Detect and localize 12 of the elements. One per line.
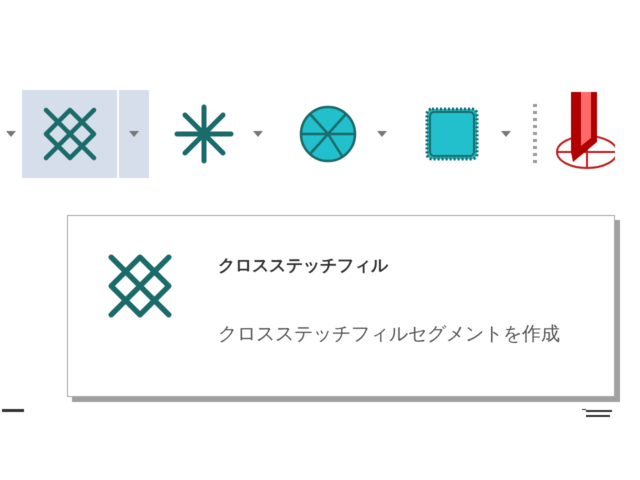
caret-icon	[129, 131, 139, 137]
caret-icon	[377, 131, 387, 137]
tool-button[interactable]	[22, 90, 117, 178]
asterisk-icon	[174, 104, 234, 164]
caret-icon	[253, 131, 263, 137]
menu-icon[interactable]	[582, 409, 612, 419]
caret-icon	[6, 131, 16, 137]
tooltip-title: クロスステッチフィル	[218, 255, 390, 277]
tooltip-description: クロスステッチフィルセグメントを作成	[218, 322, 561, 347]
caret-icon	[501, 131, 511, 137]
minus-icon[interactable]	[2, 409, 24, 413]
circle-icon	[298, 104, 358, 164]
